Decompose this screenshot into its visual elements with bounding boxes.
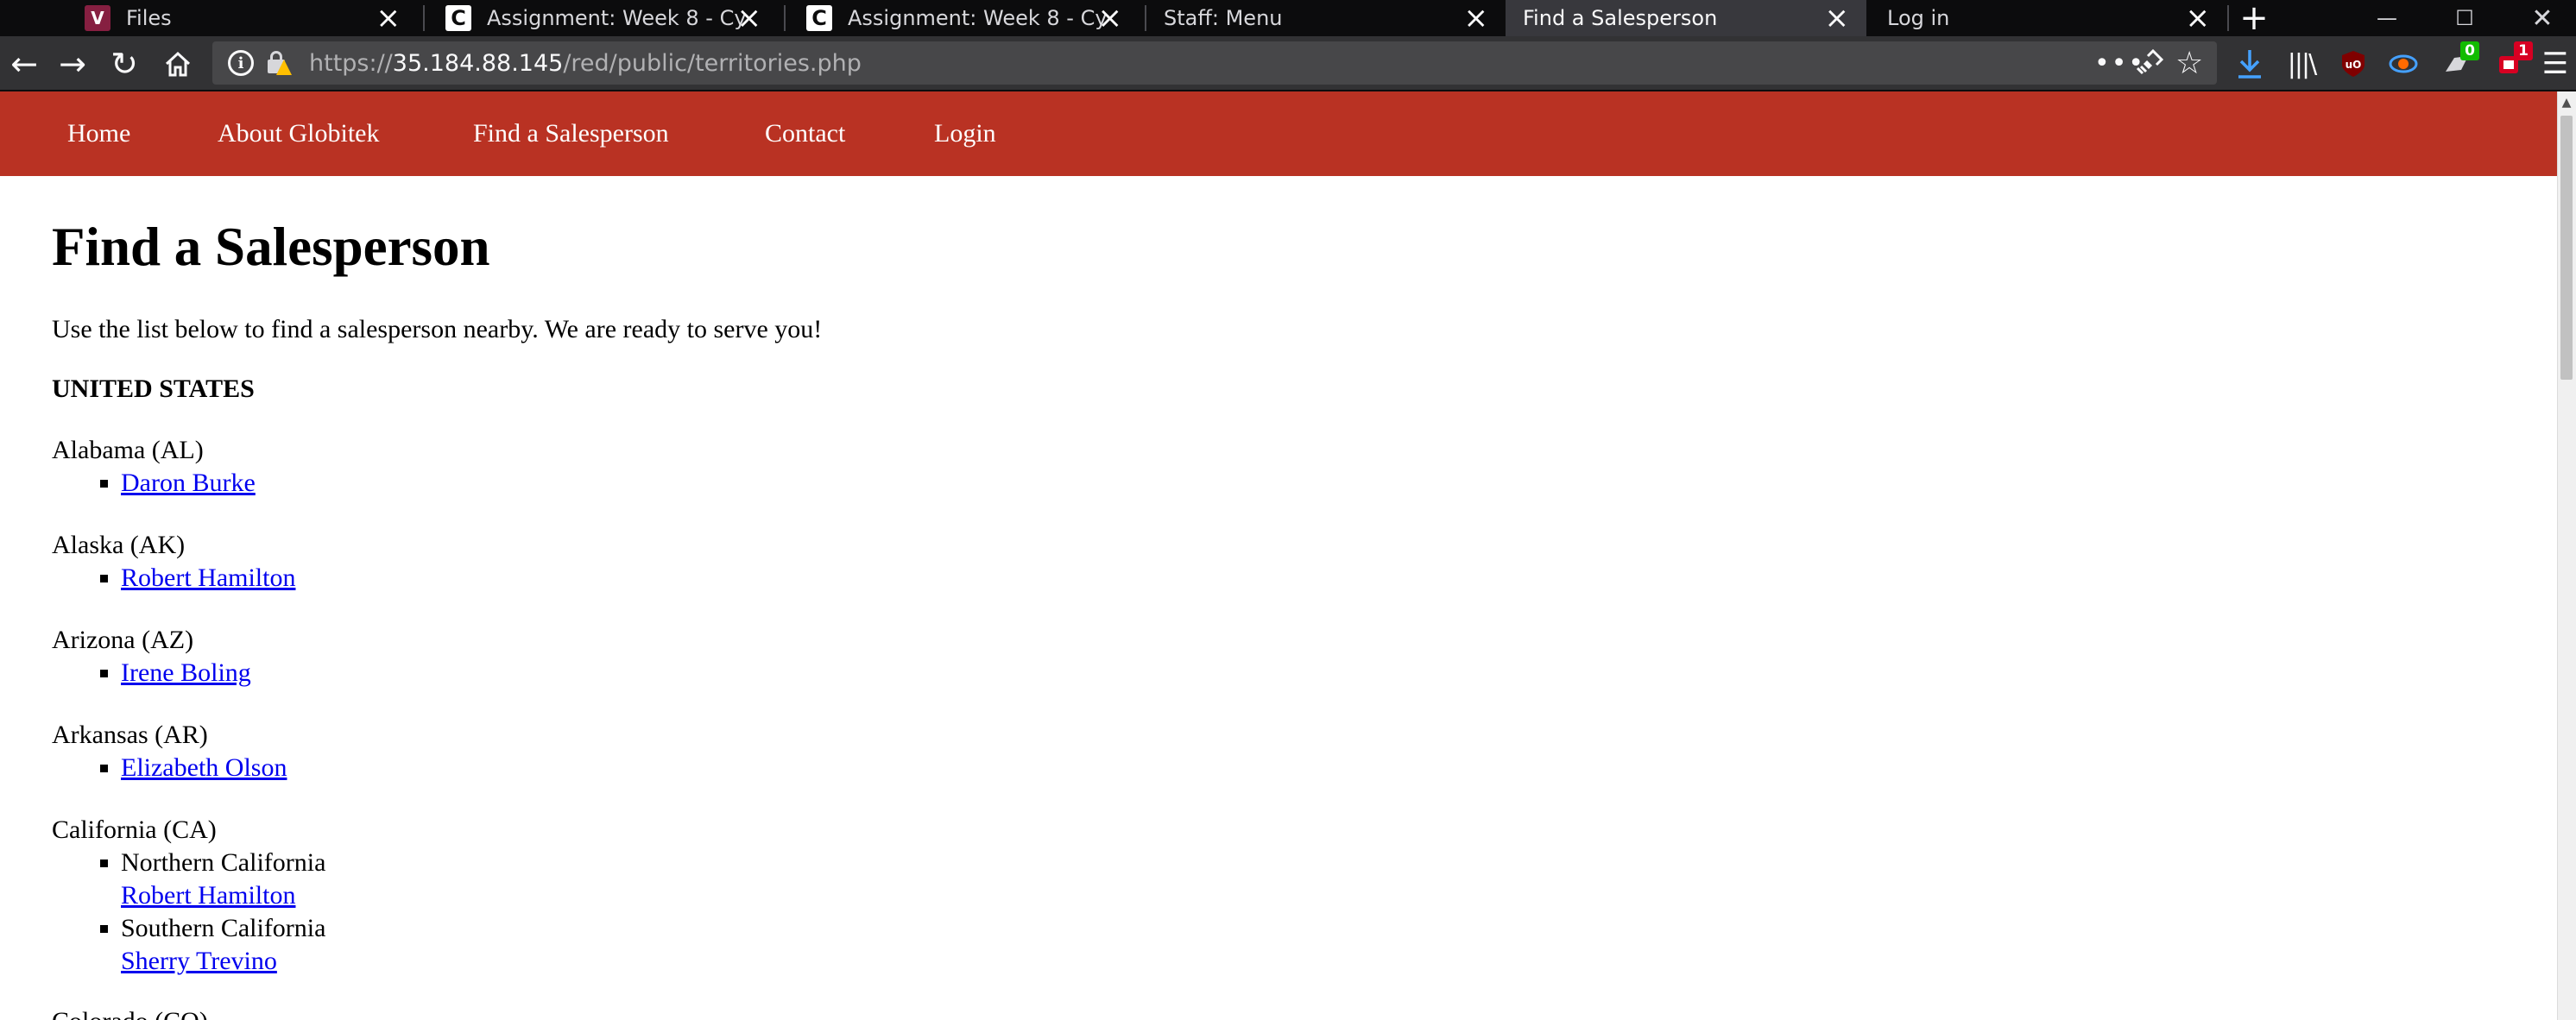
bookmark-star-icon[interactable]: ☆: [2175, 41, 2203, 85]
navigation-toolbar: ← → ↻ i https://35.184.88.145/red/public…: [0, 36, 2576, 91]
list-item: Southern California Sherry Trevino: [121, 912, 2538, 978]
extension-badge-count: 0: [2460, 41, 2479, 60]
url-path: /red/public/territories.php: [563, 49, 862, 77]
territory-colorado: Colorado (CO): [52, 1005, 2538, 1020]
url-host: 35.184.88.145: [392, 49, 564, 77]
new-tab-icon[interactable]: +: [2239, 0, 2269, 38]
scroll-up-icon[interactable]: ▲: [2557, 91, 2576, 114]
nav-login-link[interactable]: Login: [934, 91, 996, 176]
list-item: Robert Hamilton: [121, 562, 2538, 595]
extension-icon[interactable]: [2381, 36, 2426, 91]
territory-arizona: Arizona (AZ) Irene Boling: [52, 624, 2538, 689]
territory-california: California (CA) Northern California Robe…: [52, 814, 2538, 978]
country-heading: UNITED STATES: [52, 375, 255, 403]
territory-name: Arkansas (AR): [52, 721, 208, 749]
c-logo-icon: C: [806, 5, 832, 31]
url-text[interactable]: https://35.184.88.145/red/public/territo…: [309, 50, 862, 77]
salesperson-link[interactable]: Robert Hamilton: [121, 879, 2538, 912]
salesperson-list: Northern California Robert Hamilton Sout…: [121, 847, 2538, 978]
territory-name: Alaska (AK): [52, 531, 186, 559]
scrollbar-thumb[interactable]: [2560, 116, 2573, 380]
back-icon[interactable]: ←: [0, 36, 48, 91]
close-tab-icon[interactable]: ×: [1825, 0, 1850, 36]
salesperson-list: Elizabeth Olson: [121, 752, 2538, 784]
close-tab-icon[interactable]: ×: [737, 0, 762, 36]
close-tab-icon[interactable]: ×: [376, 0, 401, 36]
site-nav: Home About Globitek Find a Salesperson C…: [0, 91, 2557, 176]
salesperson-link[interactable]: Daron Burke: [121, 467, 2538, 500]
tab-strip: V Files × C Assignment: Week 8 - Cybe × …: [0, 0, 2576, 38]
extension-green-icon[interactable]: 0: [2434, 36, 2479, 91]
maximize-window-icon[interactable]: ☐: [2426, 0, 2503, 36]
list-item: Elizabeth Olson: [121, 752, 2538, 784]
territory-alaska: Alaska (AK) Robert Hamilton: [52, 529, 2538, 595]
page-title: Find a Salesperson: [52, 217, 490, 277]
close-tab-icon[interactable]: ×: [2186, 0, 2211, 36]
salesperson-link[interactable]: Robert Hamilton: [121, 562, 2538, 595]
tab-assignment-week8-2[interactable]: C Assignment: Week 8 - Cybe ×: [786, 0, 1140, 36]
close-tab-icon[interactable]: ×: [1464, 0, 1489, 36]
extension-red-icon[interactable]: 1: [2486, 36, 2533, 91]
tab-assignment-week8-1[interactable]: C Assignment: Week 8 - Cybe ×: [425, 0, 779, 36]
territory-name: Colorado (CO): [52, 1005, 2538, 1020]
download-icon[interactable]: [2227, 36, 2272, 91]
tab-files[interactable]: V Files ×: [64, 0, 418, 36]
subregion-name: Southern California: [121, 914, 326, 942]
territory-name: California (CA): [52, 815, 217, 844]
url-bar[interactable]: i https://35.184.88.145/red/public/terri…: [212, 41, 2217, 85]
hamburger-menu-icon[interactable]: ☰: [2535, 36, 2576, 91]
svg-text:uO: uO: [2346, 59, 2362, 71]
list-item: Northern California Robert Hamilton: [121, 847, 2538, 912]
territory-name: Arizona (AZ): [52, 626, 194, 654]
home-icon[interactable]: [154, 36, 202, 91]
territory-name: Alabama (AL): [52, 436, 204, 464]
library-icon[interactable]: |||\: [2279, 36, 2324, 91]
tab-find-a-salesperson[interactable]: Find a Salesperson ×: [1506, 0, 1866, 36]
nav-about-link[interactable]: About Globitek: [218, 91, 380, 176]
salesperson-list: Robert Hamilton: [121, 562, 2538, 595]
nav-home-link[interactable]: Home: [67, 91, 130, 176]
salesperson-list: Irene Boling: [121, 657, 2538, 689]
minimize-window-icon[interactable]: —: [2348, 0, 2426, 36]
site-info-icon[interactable]: i: [228, 50, 254, 76]
territory-alabama: Alabama (AL) Daron Burke: [52, 434, 2538, 500]
forward-icon[interactable]: →: [48, 36, 97, 91]
main-content: Find a Salesperson Use the list below to…: [52, 176, 2538, 1020]
tab-log-in[interactable]: Log in ×: [1866, 0, 2227, 36]
nav-find-salesperson-link[interactable]: Find a Salesperson: [473, 91, 669, 176]
url-scheme: https://: [309, 49, 393, 77]
close-window-icon[interactable]: ✕: [2503, 0, 2576, 36]
home-icon: [165, 51, 191, 77]
close-tab-icon[interactable]: ×: [1098, 0, 1123, 36]
ublock-icon[interactable]: uO: [2331, 36, 2376, 91]
reload-icon[interactable]: ↻: [100, 36, 148, 91]
list-item: Daron Burke: [121, 467, 2538, 500]
vt-logo-icon: V: [85, 5, 110, 31]
c-logo-icon: C: [445, 5, 471, 31]
subregion-name: Northern California: [121, 848, 326, 877]
salesperson-link[interactable]: Elizabeth Olson: [121, 752, 2538, 784]
link-icon[interactable]: [2136, 41, 2163, 85]
insecure-lock-icon[interactable]: [264, 49, 292, 77]
territory-arkansas: Arkansas (AR) Elizabeth Olson: [52, 719, 2538, 784]
extension-badge-count: 1: [2514, 41, 2533, 60]
tab-staff-menu[interactable]: Staff: Menu ×: [1145, 0, 1506, 36]
nav-contact-link[interactable]: Contact: [765, 91, 845, 176]
salesperson-list: Daron Burke: [121, 467, 2538, 500]
tab-separator: [2227, 5, 2229, 31]
salesperson-link[interactable]: Sherry Trevino: [121, 945, 2538, 978]
intro-text: Use the list below to find a salesperson…: [52, 315, 823, 343]
list-item: Irene Boling: [121, 657, 2538, 689]
salesperson-link[interactable]: Irene Boling: [121, 657, 2538, 689]
